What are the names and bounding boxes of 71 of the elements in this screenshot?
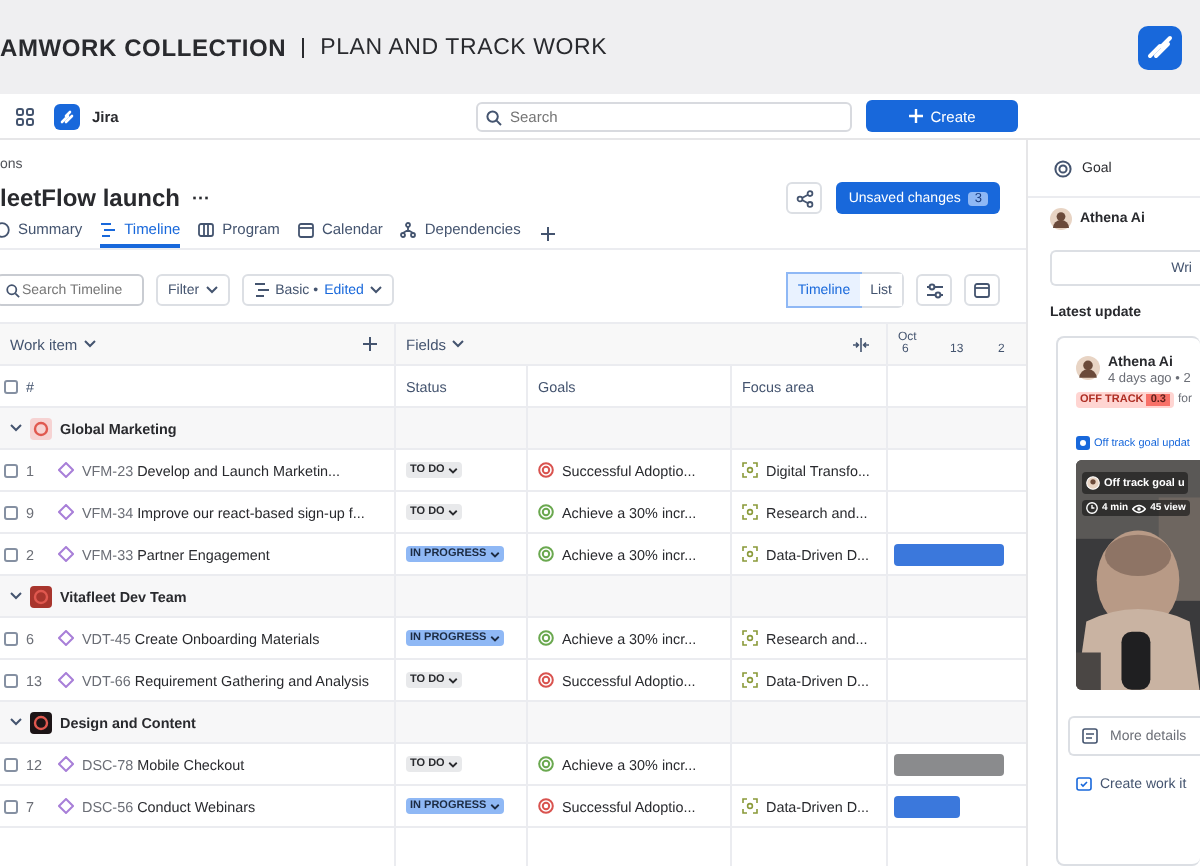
chevron-down-icon[interactable] [452, 340, 465, 348]
chevron-down-icon[interactable] [10, 424, 22, 432]
focus-area-icon [742, 462, 758, 478]
focus-area-icon [742, 546, 758, 562]
calendar-button[interactable] [964, 274, 1000, 306]
diamond-icon [58, 630, 74, 646]
goal-icon [1054, 159, 1072, 177]
timeline-bar[interactable] [894, 543, 1005, 565]
row-checkbox[interactable] [4, 757, 18, 771]
row-checkbox[interactable] [4, 547, 18, 561]
create-icon [1076, 776, 1092, 792]
more-actions[interactable]: ··· [192, 188, 211, 208]
focus-area-icon [742, 798, 758, 814]
dependencies-icon [400, 221, 417, 237]
chevron-down-icon[interactable] [83, 340, 96, 348]
focus-area-icon [742, 672, 758, 688]
diamond-icon [58, 504, 74, 520]
avatar-icon [1050, 208, 1072, 230]
focus-area-icon [742, 630, 758, 646]
video-icon [1076, 436, 1090, 450]
diamond-icon [58, 462, 74, 478]
diamond-icon [58, 756, 74, 772]
calendar-icon [974, 282, 990, 298]
chevron-down-icon [490, 551, 501, 557]
sliders-icon [925, 281, 943, 299]
timeline-icon [100, 221, 117, 237]
chevron-down-icon [205, 286, 218, 294]
plus-icon [908, 108, 925, 124]
document-icon [1082, 728, 1098, 744]
search-icon [486, 109, 502, 125]
chevron-down-icon [369, 286, 382, 294]
share-button[interactable] [786, 182, 823, 214]
calendar-icon [297, 221, 314, 237]
app-logo-icon [1138, 25, 1182, 69]
banner-title: AMWORK COLLECTION [0, 33, 287, 61]
diamond-icon [58, 672, 74, 688]
chevron-down-icon[interactable] [10, 718, 22, 726]
clock-icon [1086, 502, 1098, 514]
program-icon [198, 221, 215, 237]
avatar-icon [1076, 356, 1100, 380]
focus-area-icon [742, 504, 758, 520]
chevron-down-icon [448, 467, 459, 473]
diamond-icon [58, 798, 74, 814]
share-icon [795, 189, 814, 207]
chevron-down-icon [448, 761, 459, 767]
chevron-down-icon[interactable] [10, 592, 22, 600]
select-all-checkbox[interactable] [4, 379, 18, 393]
row-checkbox[interactable] [4, 673, 18, 687]
eye-icon [1132, 503, 1147, 513]
page-title: leetFlow launch [0, 184, 181, 212]
app-switcher-icon[interactable] [16, 107, 34, 125]
search-icon [6, 284, 20, 298]
chevron-down-icon [490, 803, 501, 809]
add-tab-icon[interactable] [540, 225, 557, 241]
timeline-bar[interactable] [894, 795, 960, 817]
chevron-down-icon [448, 509, 459, 515]
row-checkbox[interactable] [4, 799, 18, 813]
collapse-icon[interactable] [852, 337, 870, 351]
diamond-icon [58, 546, 74, 562]
chevron-down-icon [490, 635, 501, 641]
banner-subtitle: PLAN AND TRACK WORK [320, 35, 608, 59]
timeline-bar[interactable] [894, 753, 1005, 775]
row-checkbox[interactable] [4, 463, 18, 477]
plus-icon[interactable] [362, 336, 378, 352]
avatar-icon [1086, 476, 1100, 490]
lines-icon [253, 282, 270, 298]
jira-logo-icon[interactable] [54, 103, 80, 129]
row-checkbox[interactable] [4, 505, 18, 519]
chevron-down-icon [448, 677, 459, 683]
settings-button[interactable] [916, 274, 952, 306]
row-checkbox[interactable] [4, 631, 18, 645]
